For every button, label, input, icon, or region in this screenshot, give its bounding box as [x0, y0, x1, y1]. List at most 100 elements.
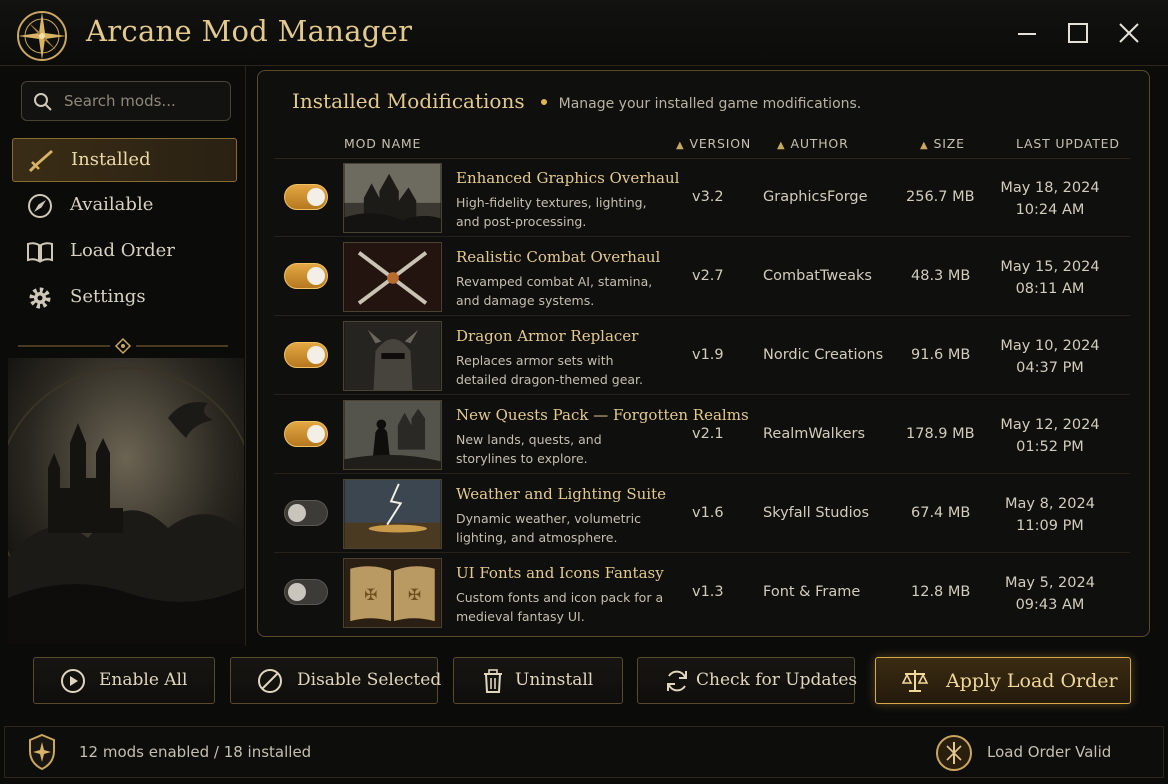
sidebar-item-installed[interactable]: Installed	[12, 138, 237, 182]
mod-name: New Quests Pack — Forgotten Realms	[456, 406, 749, 424]
mod-last-updated: May 18, 2024 10:24 AM	[1000, 180, 1100, 218]
minimize-icon[interactable]	[1012, 18, 1042, 48]
mod-version: v2.7	[692, 268, 724, 284]
panel-title: Installed Modifications	[292, 89, 525, 113]
mod-version: v1.6	[692, 505, 724, 521]
mod-last-updated: May 12, 2024 01:52 PM	[1000, 417, 1100, 455]
table-row[interactable]: New Quests Pack — Forgotten Realms New l…	[274, 396, 1130, 474]
mod-thumbnail	[343, 242, 442, 312]
load-order-status: Load Order Valid	[987, 743, 1112, 761]
mod-name: Dragon Armor Replacer	[456, 327, 639, 345]
mod-thumbnail	[343, 479, 442, 549]
app-title: Arcane Mod Manager	[86, 14, 413, 48]
disable-icon	[258, 669, 282, 693]
installed-mods-panel: Installed Modifications Manage your insta…	[257, 70, 1150, 637]
mod-description: Replaces armor sets with detailed dragon…	[456, 353, 644, 387]
sort-arrow-icon: ▲	[676, 140, 685, 151]
mod-last-updated: May 5, 2024 09:43 AM	[1005, 575, 1095, 613]
mod-size: 67.4 MB	[911, 505, 971, 521]
sidebar: Installed Available Load Order Settings	[4, 66, 246, 646]
mod-author: GraphicsForge	[763, 189, 868, 205]
panel-subtitle: Manage your installed game modifications…	[558, 96, 862, 112]
scales-icon	[902, 670, 928, 692]
mod-version: v2.1	[692, 426, 724, 442]
shield-icon	[29, 733, 55, 771]
mod-name: Weather and Lighting Suite	[456, 485, 667, 503]
mod-enable-toggle[interactable]	[284, 579, 328, 605]
table-header: MOD NAME ▲ VERSION ▲ AUTHOR ▲ SIZE LAST UPD…	[274, 129, 1130, 159]
column-header-size[interactable]: ▲ SIZE	[920, 136, 965, 151]
mod-name: Realistic Combat Overhaul	[456, 248, 661, 266]
mod-size: 12.8 MB	[911, 584, 971, 600]
mod-thumbnail	[343, 163, 442, 233]
play-circle-icon	[61, 669, 85, 693]
sidebar-nav: Installed Available Load Order Settings	[12, 138, 237, 322]
mod-description: Revamped combat AI, stamina, and damage …	[456, 274, 653, 308]
book-icon	[27, 242, 53, 263]
mod-version: v3.2	[692, 189, 724, 205]
mod-last-updated: May 10, 2024 04:37 PM	[1000, 338, 1100, 376]
svg-text:✠: ✠	[408, 586, 421, 604]
bullet-dot	[540, 98, 547, 105]
title-bar: Arcane Mod Manager	[0, 0, 1168, 66]
mod-size: 48.3 MB	[911, 268, 971, 284]
search-icon	[34, 93, 52, 111]
table-row[interactable]: Realistic Combat Overhaul Revamped comba…	[274, 238, 1130, 316]
column-header-mod-name[interactable]: MOD NAME	[344, 136, 421, 151]
mod-last-updated: May 15, 2024 08:11 AM	[1000, 259, 1100, 297]
mod-author: Skyfall Studios	[763, 505, 870, 521]
mod-enable-toggle[interactable]	[284, 184, 328, 210]
table-row[interactable]: Weather and Lighting Suite Dynamic weath…	[274, 475, 1130, 553]
mod-enable-toggle[interactable]	[284, 421, 328, 447]
ornament-divider	[18, 337, 228, 355]
sidebar-item-label: Settings	[70, 286, 146, 307]
search-input[interactable]	[64, 88, 224, 114]
panel-header: Installed Modifications Manage your insta…	[292, 89, 861, 119]
disable-selected-button[interactable]: Disable Selected	[230, 657, 441, 704]
mod-description: Dynamic weather, volumetric lighting, an…	[456, 511, 641, 545]
mod-thumbnail	[343, 321, 442, 391]
column-header-author[interactable]: ▲ AUTHOR	[777, 136, 849, 151]
mod-size: 178.9 MB	[906, 426, 975, 442]
sidebar-item-label: Load Order	[70, 240, 175, 261]
castle-dragon-artwork	[8, 358, 244, 644]
mod-last-updated: May 8, 2024 11:09 PM	[1005, 496, 1095, 534]
sidebar-item-settings[interactable]: Settings	[12, 276, 237, 320]
table-row[interactable]: Enhanced Graphics Overhaul High-fidelity…	[274, 159, 1130, 237]
rune-seal-icon	[936, 735, 972, 771]
compass-icon	[28, 194, 52, 218]
mod-description: Custom fonts and icon pack for a medieva…	[456, 590, 664, 624]
column-header-last-updated[interactable]: LAST UPDATED	[1016, 136, 1120, 151]
table-row[interactable]: Dragon Armor Replacer Replaces armor set…	[274, 317, 1130, 395]
sidebar-item-label: Available	[70, 194, 154, 215]
uninstall-button[interactable]: Uninstall	[453, 657, 623, 704]
mod-author: Font & Frame	[763, 584, 861, 600]
sidebar-item-load-order[interactable]: Load Order	[12, 230, 237, 274]
apply-load-order-button[interactable]: Apply Load Order	[875, 657, 1131, 704]
check-for-updates-button[interactable]: Check for Updates	[637, 657, 857, 704]
refresh-icon	[667, 670, 687, 692]
mod-size: 256.7 MB	[906, 189, 975, 205]
column-header-version[interactable]: ▲ VERSION	[676, 136, 751, 151]
trash-icon	[484, 669, 502, 693]
enable-all-button[interactable]: Enable All	[33, 657, 215, 704]
mod-description: New lands, quests, and storylines to exp…	[456, 432, 602, 466]
close-icon[interactable]	[1114, 18, 1144, 48]
mod-enable-toggle[interactable]	[284, 500, 328, 526]
maximize-icon[interactable]	[1063, 18, 1093, 48]
search-box[interactable]	[21, 81, 231, 121]
mod-author: Nordic Creations	[763, 347, 884, 363]
sort-arrow-icon: ▲	[777, 140, 786, 151]
gear-icon	[29, 287, 51, 309]
mod-thumbnail: ✠ ✠	[343, 558, 442, 628]
svg-text:✠: ✠	[364, 586, 377, 604]
sidebar-item-available[interactable]: Available	[12, 184, 237, 228]
mod-author: CombatTweaks	[763, 268, 872, 284]
mod-size: 91.6 MB	[911, 347, 971, 363]
mod-version: v1.9	[692, 347, 724, 363]
sidebar-item-label: Installed	[71, 149, 151, 170]
mod-enable-toggle[interactable]	[284, 342, 328, 368]
mod-enable-toggle[interactable]	[284, 263, 328, 289]
mod-author: RealmWalkers	[763, 426, 866, 442]
table-row[interactable]: ✠ ✠ UI Fonts and Icons Fantasy Custom fo…	[274, 554, 1130, 632]
